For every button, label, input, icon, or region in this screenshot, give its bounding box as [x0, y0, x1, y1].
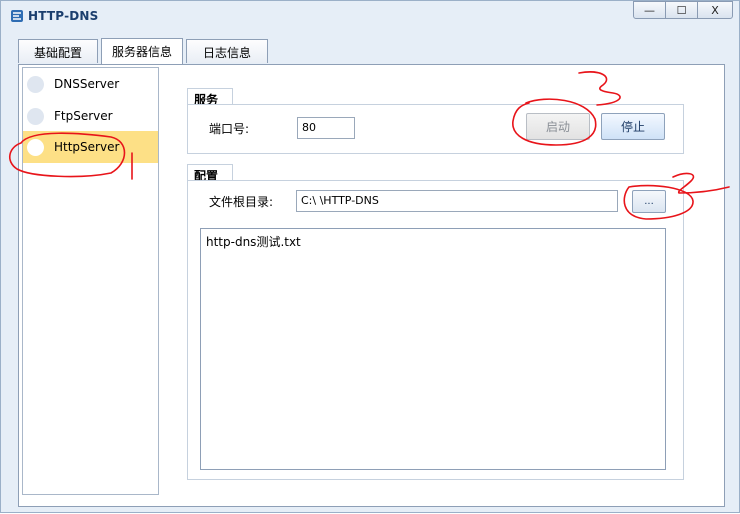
tab-basic-config[interactable]: 基础配置	[18, 39, 98, 63]
sidebar-item-label: FtpServer	[54, 109, 113, 123]
title-bar[interactable]: HTTP-DNS — ☐ X	[1, 1, 739, 31]
list-item[interactable]: http-dns测试.txt	[206, 233, 301, 250]
sidebar-item-label: HttpServer	[54, 140, 120, 154]
sidebar-item-dnsserver[interactable]: DNSServer	[23, 68, 158, 100]
root-dir-label: 文件根目录:	[209, 195, 274, 209]
server-list: DNSServer FtpServer HttpServer	[22, 67, 159, 495]
server-status-icon	[27, 107, 44, 125]
browse-button[interactable]: ...	[632, 190, 666, 213]
stop-button[interactable]: 停止	[601, 113, 665, 140]
sidebar-item-label: DNSServer	[54, 77, 120, 91]
sidebar-item-httpserver[interactable]: HttpServer	[23, 131, 158, 163]
tab-server-info[interactable]: 服务器信息	[101, 38, 183, 65]
maximize-button[interactable]: ☐	[665, 1, 698, 19]
tab-log-info[interactable]: 日志信息	[186, 39, 268, 63]
root-dir-input[interactable]: C:\ \HTTP-DNS	[296, 190, 618, 212]
port-input[interactable]: 80	[297, 117, 355, 139]
close-button[interactable]: X	[697, 1, 733, 19]
maximize-icon: ☐	[676, 3, 687, 17]
minimize-icon: —	[644, 3, 655, 17]
file-list[interactable]: http-dns测试.txt	[200, 228, 666, 470]
window-title: HTTP-DNS	[28, 9, 99, 23]
app-window: HTTP-DNS — ☐ X 基础配置 服务器信息 日志信息 DNSServer…	[0, 0, 740, 513]
start-button[interactable]: 启动	[526, 113, 590, 140]
port-label: 端口号:	[209, 122, 250, 136]
sidebar-item-ftpserver[interactable]: FtpServer	[23, 100, 158, 132]
app-logo-icon	[11, 10, 23, 22]
close-icon: X	[711, 3, 719, 17]
minimize-button[interactable]: —	[633, 1, 666, 19]
server-status-icon	[27, 75, 44, 93]
server-status-icon	[27, 138, 44, 156]
